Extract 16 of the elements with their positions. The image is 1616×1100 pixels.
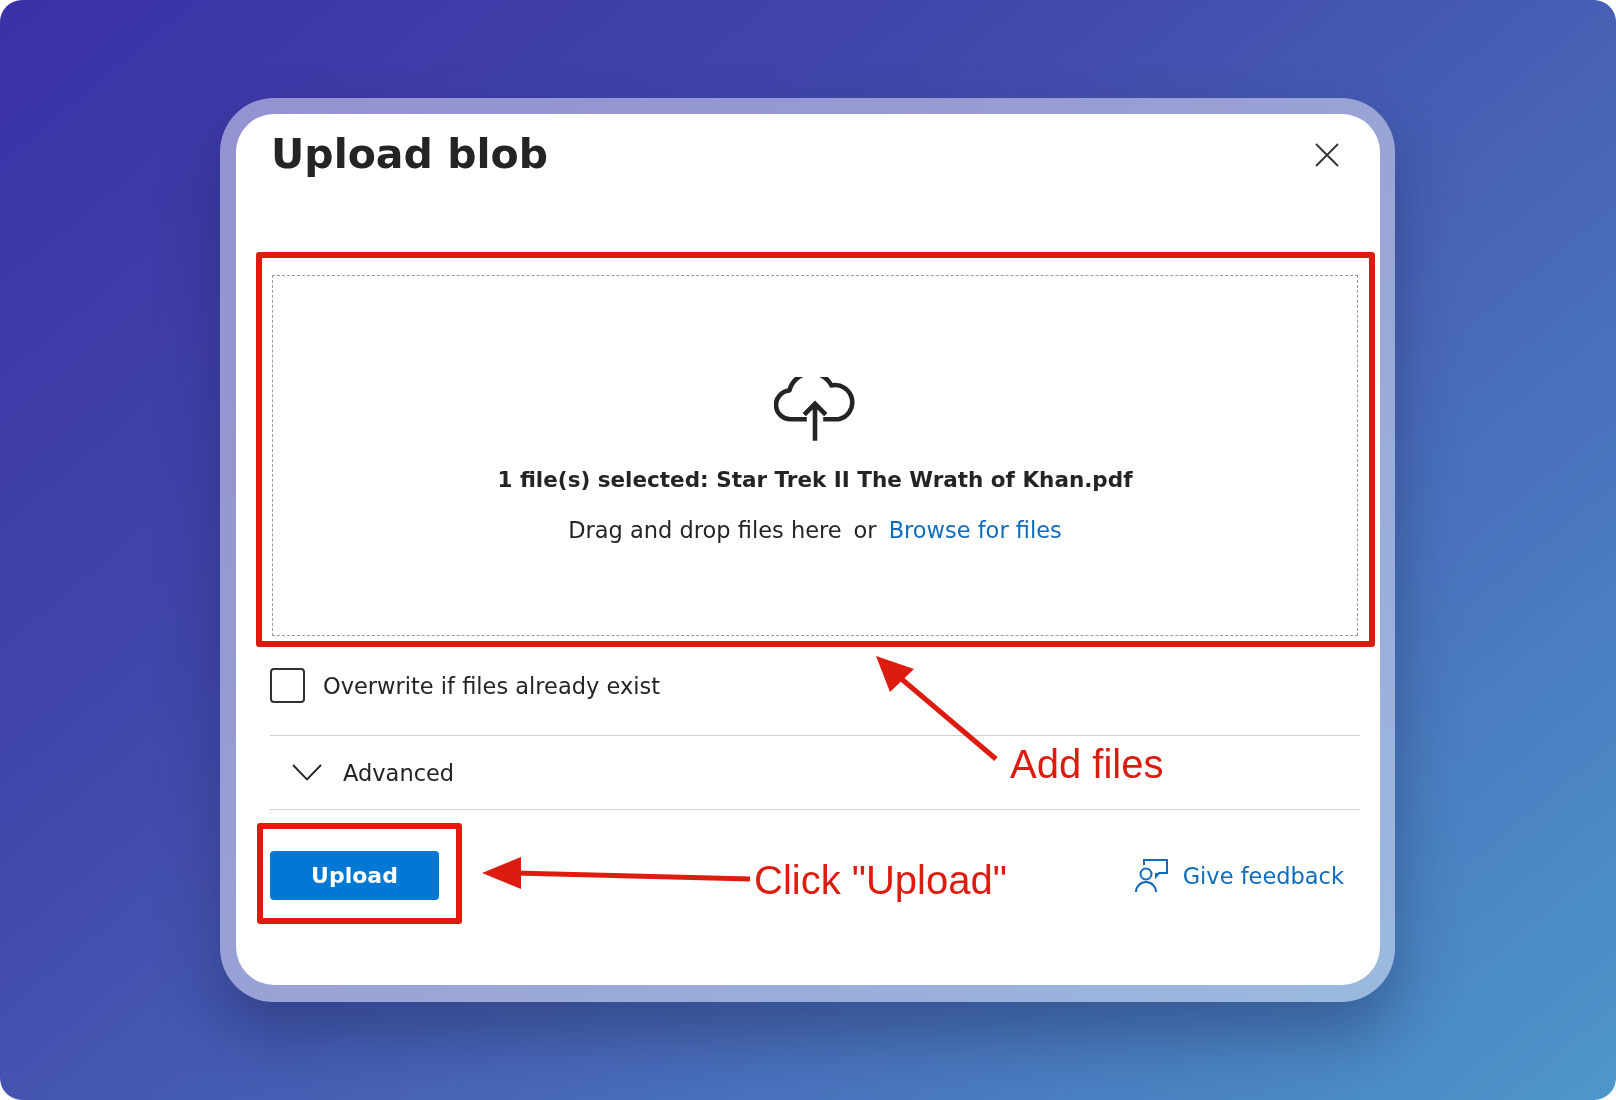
give-feedback-link[interactable]: Give feedback <box>1134 859 1344 892</box>
close-icon <box>1315 142 1339 167</box>
upload-button[interactable]: Upload <box>270 851 439 900</box>
callout-text: Click "Upload" <box>754 860 1007 900</box>
cloud-upload-icon <box>774 377 856 441</box>
callout-text: Add files <box>1010 744 1164 784</box>
or-text: or <box>853 516 877 545</box>
file-drop-zone[interactable]: 1 file(s) selected: Star Trek II The Wrath of Khan.pdf Drag and drop files here or Browse for files <box>272 275 1358 636</box>
feedback-icon <box>1134 859 1168 892</box>
browse-files-link[interactable]: Browse for files <box>888 515 1062 545</box>
dialog-title: Upload blob <box>271 129 549 180</box>
advanced-expander[interactable]: Advanced <box>270 736 455 809</box>
overwrite-checkbox[interactable] <box>270 668 305 703</box>
checkbox-label: Overwrite if files already exist <box>323 671 661 701</box>
selected-file-text: 1 file(s) selected: Star Trek II The Wrath of Khan.pdf <box>497 466 1133 494</box>
drop-hint-text: Drag and drop files here <box>568 516 842 545</box>
